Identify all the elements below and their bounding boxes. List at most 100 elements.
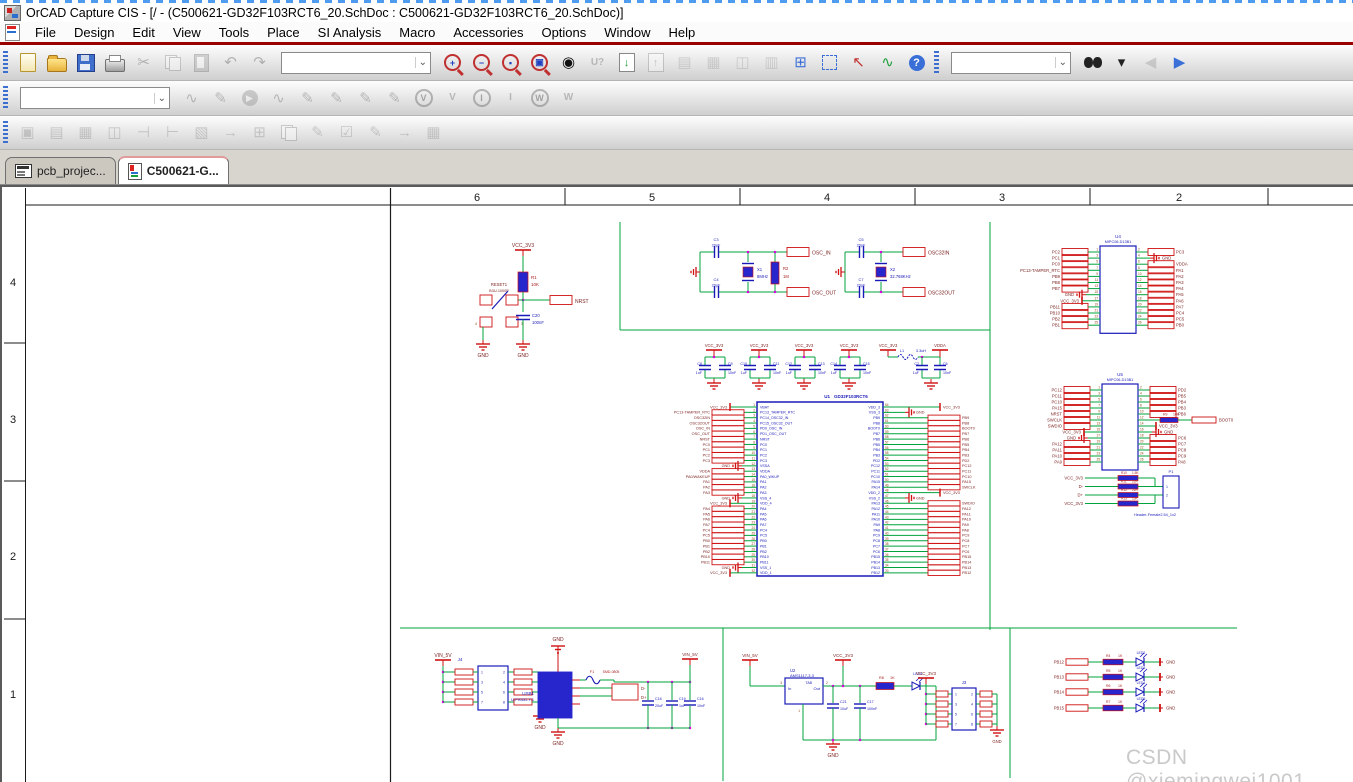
power-label: VCC_3V3 (879, 343, 898, 348)
search-combo-dropdown-icon[interactable]: ⌄ (1055, 57, 1070, 68)
cap-ref: C18 (655, 697, 662, 701)
pin-number: 13 (1094, 284, 1098, 288)
zoom-out-icon[interactable]: − (468, 50, 495, 76)
led-array[interactable]: PB12R41KLED2GNDPB13R51KLED3GNDPB14R61KLE… (1054, 651, 1176, 712)
menu-item-macro[interactable]: Macro (390, 24, 444, 41)
connector-u4[interactable]: U4MIPC06-D13B11PC23PC15PC07PC13-TAMPER_R… (1020, 234, 1188, 333)
pin-number: 21 (1096, 446, 1100, 450)
descend-hierarchy-icon[interactable]: ↓ (613, 50, 640, 76)
menu-item-file[interactable]: File (26, 24, 65, 41)
copy-glyph (165, 55, 181, 71)
pin-number: 21 (751, 510, 755, 514)
menu-item-si-analysis[interactable]: SI Analysis (309, 24, 391, 41)
pin-number: 7 (753, 435, 755, 439)
net-label: SWDIO (1048, 424, 1063, 429)
menu-item-design[interactable]: Design (65, 24, 123, 41)
reset-circuit[interactable]: VCC_3V3R110KNRSTRESET1B3U-1000P43GNDC201… (475, 243, 589, 359)
pin-number: 7 (1096, 266, 1098, 270)
connector-body (1102, 384, 1138, 470)
ldo-regulator[interactable]: VIN_5V3U2AMS1117-3.3InOutTAB2VCC_3V31C21… (742, 653, 936, 759)
find-icon[interactable] (1079, 50, 1106, 76)
pin-number: 24 (1140, 452, 1144, 456)
resistor-body (1103, 689, 1123, 695)
decoupling-caps[interactable]: VCC_3V3C81uFC910nFVCC_3V3C101uFC1110nFVC… (696, 343, 952, 389)
net-box (928, 474, 960, 479)
snap-to-grid-icon[interactable]: ⊞ (787, 50, 814, 76)
title-bar[interactable]: OrCAD Capture CIS - [/ - (C500621-GD32F1… (0, 3, 1353, 22)
resistor-ref: R6 (1106, 684, 1111, 688)
area-select-icon[interactable] (816, 50, 843, 76)
menu-item-help[interactable]: Help (660, 24, 705, 41)
pin-number: 22 (1140, 446, 1144, 450)
net-box (712, 538, 744, 543)
pin-number: 8 (1140, 404, 1142, 408)
menu-item-window[interactable]: Window (595, 24, 659, 41)
paste-icon (188, 50, 215, 76)
menu-item-tools[interactable]: Tools (210, 24, 258, 41)
pin-name: PB5 (873, 443, 880, 447)
pin-number: 4 (503, 680, 505, 684)
help-icon[interactable]: ? (903, 50, 930, 76)
net-box (928, 527, 960, 532)
connector-j3[interactable]: VCC_3V3J312345678GND (916, 671, 1004, 744)
save-document-icon[interactable] (72, 50, 99, 76)
power-label: VCC_3V3 (750, 343, 769, 348)
simulation-profile-combo-dropdown-icon[interactable]: ⌄ (154, 93, 169, 104)
usb-pullup-header[interactable]: VCC_3V3R101.5KD-R1122RD+R1222RVCC_3V3R13… (1064, 469, 1179, 517)
gnd-label: GND (1162, 256, 1171, 261)
print-icon[interactable] (101, 50, 128, 76)
fisheye-view-icon[interactable]: ◉ (555, 50, 582, 76)
document-tab-0[interactable]: pcb_projec... (5, 157, 116, 184)
toolbar-grip[interactable] (934, 51, 939, 75)
import-part-icon: → (217, 120, 244, 146)
page-frame[interactable]: 654324321 (4, 188, 1353, 782)
net-box (712, 442, 744, 447)
open-document-icon[interactable] (43, 50, 70, 76)
pin-number: 7 (1098, 404, 1100, 408)
lse-oscillator[interactable]: C520pFC720pFX232.768KHzOSC32INOSC32OUT (836, 237, 955, 298)
net-box (928, 560, 960, 565)
tab-label: pcb_projec... (37, 164, 106, 178)
menu-item-options[interactable]: Options (532, 24, 595, 41)
zoom-all-icon[interactable]: ▣ (526, 50, 553, 76)
find-options-dropdown-icon[interactable]: ▾ (1108, 50, 1135, 76)
menu-item-view[interactable]: View (164, 24, 210, 41)
gnd-label: GND (1166, 706, 1175, 711)
search-combo[interactable]: ⌄ (951, 52, 1071, 74)
toolbar-grip[interactable] (3, 51, 8, 75)
probe-icon[interactable]: ↖ (845, 50, 872, 76)
zoom-area-icon[interactable]: ▪ (497, 50, 524, 76)
zoom-scale-combo[interactable]: ⌄ (281, 52, 431, 74)
display-power-icon: W (526, 85, 553, 111)
connectivity-trace-icon[interactable]: ∿ (874, 50, 901, 76)
copy-part-icon (275, 120, 302, 146)
copy-part-glyph (281, 125, 297, 141)
pin-number: 8 (971, 722, 973, 726)
menu-item-accessories[interactable]: Accessories (444, 24, 532, 41)
schematic-canvas[interactable]: 654324321VCC_3V3R110KNRSTRESET1B3U-1000P… (0, 185, 1353, 782)
simulation-profile-combo[interactable]: ⌄ (20, 87, 170, 109)
net-box (712, 474, 744, 479)
zoom-in-icon[interactable]: + (439, 50, 466, 76)
net-label: VCC_3V3 (1064, 501, 1083, 506)
schematic-page[interactable]: 654324321VCC_3V3R110KNRSTRESET1B3U-1000P… (2, 187, 1353, 782)
pin-number: 39 (885, 537, 889, 541)
pin-number: 8 (1138, 266, 1140, 270)
mcu-u1[interactable]: U1GD32F103RCT6VBAT1VCC_3V3PC13_TAMPER_RT… (674, 394, 976, 577)
zoom-scale-combo-dropdown-icon[interactable]: ⌄ (415, 57, 430, 68)
child-window-icon[interactable] (5, 24, 20, 41)
pin-name: PA3 (760, 491, 767, 495)
toolbar-grip[interactable] (3, 86, 8, 110)
toolbar-grip[interactable] (3, 121, 8, 145)
hse-oscillator[interactable]: C320pFC420pFX18MHzR21MOSC_INOSC_OUT (691, 237, 836, 298)
find-next-icon[interactable]: ▶ (1166, 50, 1193, 76)
document-tab-1[interactable]: C500621-G... (118, 156, 229, 184)
menu-item-place[interactable]: Place (258, 24, 309, 41)
new-document-icon[interactable] (14, 50, 41, 76)
header-ref: P1 (1169, 469, 1175, 474)
pin-number: 37 (885, 547, 889, 551)
menu-item-edit[interactable]: Edit (123, 24, 163, 41)
connector-u5[interactable]: U5MIPC06-D13B11PC123PC115PC107PA159NRST1… (1047, 372, 1234, 470)
crystal-body (743, 267, 753, 277)
net-label: D- (641, 686, 646, 691)
